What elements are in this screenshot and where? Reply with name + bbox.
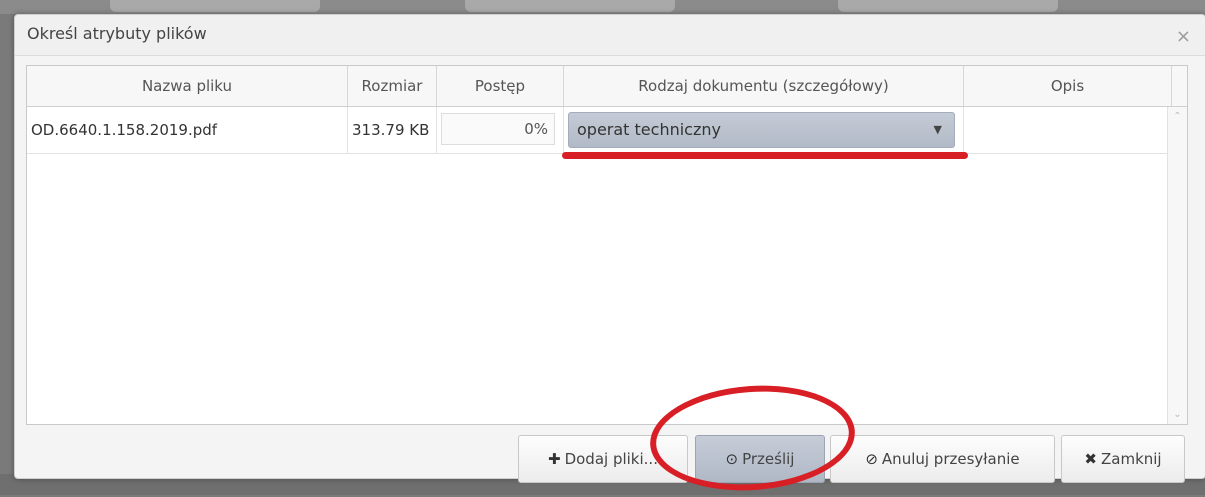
circle-chevron-icon: ⊙: [725, 450, 739, 468]
table-header: Nazwa pliku Rozmiar Postęp Rodzaj dokume…: [27, 66, 1187, 107]
table-row[interactable]: OD.6640.1.158.2019.pdf 313.79 KB 0% oper…: [27, 107, 1167, 154]
background-tab: [110, 0, 320, 12]
dialog-titlebar: Określ atrybuty plików ×: [15, 15, 1205, 56]
vertical-scrollbar[interactable]: ⌃ ⌄: [1167, 107, 1187, 424]
annotation-underline: [562, 152, 968, 159]
x-icon: ✖: [1084, 450, 1097, 468]
add-files-button[interactable]: ✚ Dodaj pliki...: [518, 435, 688, 483]
files-table: Nazwa pliku Rozmiar Postęp Rodzaj dokume…: [26, 65, 1188, 425]
column-header-progress[interactable]: Postęp: [437, 66, 564, 106]
column-header-description[interactable]: Opis: [964, 66, 1172, 106]
circle-stop-icon: ⊘: [865, 450, 878, 468]
description-cell[interactable]: [964, 107, 1167, 153]
file-attributes-dialog: Określ atrybuty plików × Nazwa pliku Roz…: [14, 14, 1205, 483]
add-files-label: Dodaj pliki...: [564, 450, 658, 468]
background-tab: [465, 0, 675, 12]
send-button[interactable]: ⊙ Prześlij: [695, 435, 825, 483]
close-button[interactable]: ✖ Zamknij: [1061, 435, 1185, 483]
doc-type-selected-value: operat techniczny: [577, 120, 721, 139]
cancel-upload-button[interactable]: ⊘ Anuluj przesyłanie: [830, 435, 1055, 483]
close-label: Zamknij: [1100, 450, 1162, 468]
doc-type-cell: operat techniczny ▼: [564, 107, 964, 153]
file-name-cell: OD.6640.1.158.2019.pdf: [27, 107, 348, 153]
file-size-cell: 313.79 KB: [348, 107, 437, 153]
column-header-name[interactable]: Nazwa pliku: [27, 66, 348, 106]
background-tab: [838, 0, 1058, 12]
plus-icon: ✚: [548, 450, 561, 468]
send-label: Prześlij: [742, 450, 795, 468]
scroll-down-icon[interactable]: ⌄: [1168, 409, 1187, 420]
dialog-title: Określ atrybuty plików: [27, 24, 207, 43]
dropdown-arrow-icon: ▼: [933, 123, 942, 136]
column-header-doc-type[interactable]: Rodzaj dokumentu (szczegółowy): [564, 66, 964, 106]
header-filler: [1172, 66, 1187, 106]
progress-indicator: 0%: [441, 113, 555, 145]
close-icon[interactable]: ×: [1176, 26, 1191, 47]
column-header-size[interactable]: Rozmiar: [348, 66, 437, 106]
scroll-up-icon[interactable]: ⌃: [1168, 111, 1187, 122]
doc-type-select[interactable]: operat techniczny ▼: [568, 112, 955, 148]
cancel-upload-label: Anuluj przesyłanie: [881, 450, 1020, 468]
progress-cell: 0%: [437, 107, 564, 153]
